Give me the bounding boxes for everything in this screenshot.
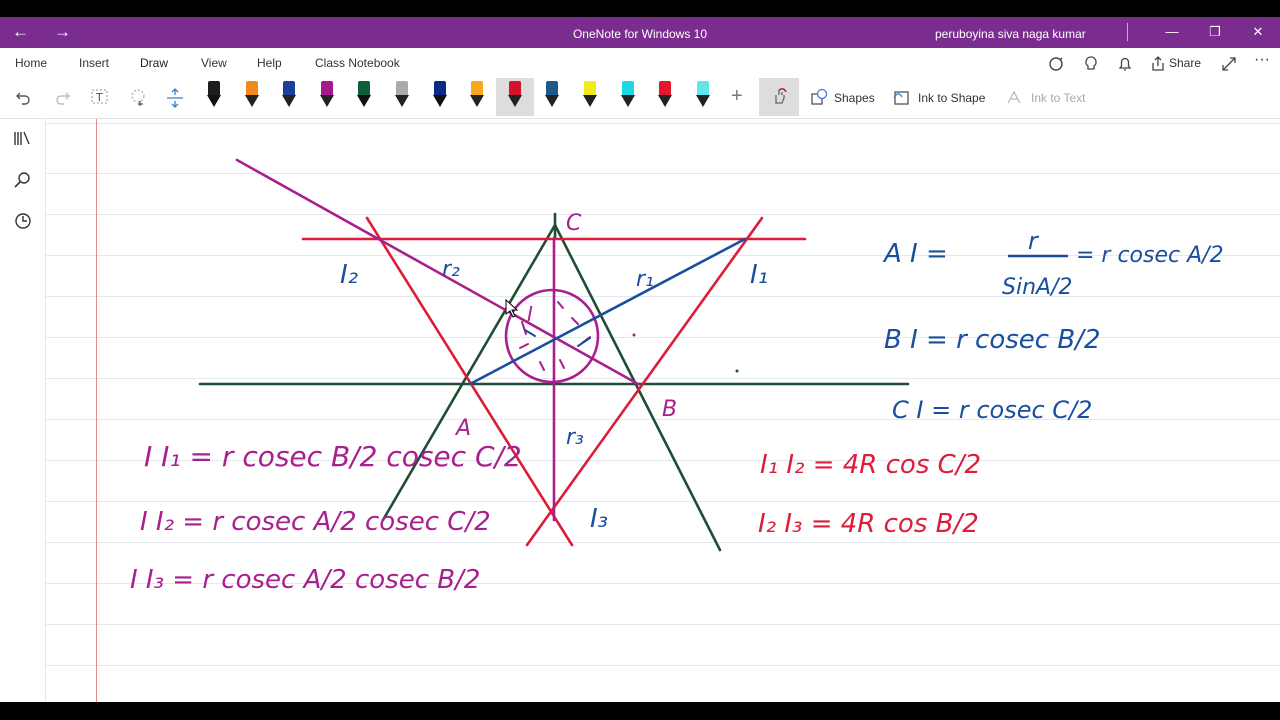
pen-color-swatch bbox=[283, 81, 296, 95]
tab-home[interactable]: Home bbox=[15, 56, 47, 70]
pen-color-swatch bbox=[208, 81, 220, 95]
shapes-button[interactable]: Shapes bbox=[834, 91, 875, 105]
ink-to-text-button[interactable]: Ink to Text bbox=[1031, 91, 1085, 105]
pen-tip-icon bbox=[695, 95, 710, 107]
pen-4[interactable] bbox=[318, 81, 336, 111]
pen-tip-icon bbox=[583, 95, 597, 107]
restore-icon[interactable]: ❐ bbox=[1205, 24, 1225, 40]
expand-icon[interactable] bbox=[1221, 56, 1237, 72]
lightbulb-icon[interactable] bbox=[1083, 55, 1099, 73]
search-icon[interactable] bbox=[13, 170, 33, 190]
page-margin-line bbox=[96, 119, 97, 702]
pen-11[interactable] bbox=[581, 81, 599, 111]
page-canvas[interactable] bbox=[46, 119, 1280, 702]
shapes-icon[interactable] bbox=[810, 88, 828, 106]
pen-color-swatch bbox=[508, 81, 521, 95]
share-button[interactable]: Share bbox=[1169, 56, 1201, 70]
ink-replay-button[interactable] bbox=[759, 78, 799, 116]
notebooks-icon[interactable] bbox=[13, 129, 33, 147]
pen-color-swatch bbox=[696, 81, 709, 95]
pen-tip-icon bbox=[244, 95, 259, 107]
tab-draw[interactable]: Draw bbox=[140, 56, 168, 70]
pen-12[interactable] bbox=[619, 81, 637, 111]
share-icon[interactable] bbox=[1150, 55, 1166, 73]
pen-tip-icon bbox=[658, 95, 673, 107]
ribbon-tabs: Home Insert Draw View Help Class Noteboo… bbox=[0, 48, 1280, 78]
pen-tip-icon bbox=[207, 95, 221, 107]
add-space-icon[interactable] bbox=[165, 87, 185, 109]
tab-view[interactable]: View bbox=[201, 56, 227, 70]
user-name[interactable]: peruboyina siva naga kumar bbox=[935, 27, 1086, 41]
pen-14[interactable] bbox=[694, 81, 712, 111]
close-icon[interactable]: ✕ bbox=[1248, 24, 1268, 40]
pen-6[interactable] bbox=[393, 81, 411, 111]
pen-5[interactable] bbox=[355, 81, 373, 111]
pen-color-swatch bbox=[358, 81, 371, 95]
redo-icon[interactable] bbox=[52, 88, 72, 106]
pen-9[interactable] bbox=[495, 78, 534, 116]
bell-icon[interactable] bbox=[1117, 55, 1133, 73]
title-bar: ← → OneNote for Windows 10 peruboyina si… bbox=[0, 17, 1280, 48]
pen-color-swatch bbox=[546, 81, 559, 95]
pen-color-swatch bbox=[471, 81, 484, 95]
tab-help[interactable]: Help bbox=[257, 56, 282, 70]
pen-color-swatch bbox=[245, 81, 258, 95]
pen-10[interactable] bbox=[543, 81, 561, 111]
more-options-icon[interactable]: ··· bbox=[1254, 51, 1270, 69]
sync-icon[interactable] bbox=[1047, 55, 1065, 73]
undo-icon[interactable] bbox=[14, 88, 34, 106]
minimize-icon[interactable]: — bbox=[1162, 24, 1182, 39]
tab-class-notebook[interactable]: Class Notebook bbox=[315, 56, 400, 70]
pen-3[interactable] bbox=[280, 81, 298, 111]
pen-tip-icon bbox=[357, 95, 372, 107]
pen-color-swatch bbox=[320, 81, 333, 95]
pen-tip-icon bbox=[545, 95, 560, 107]
add-pen-icon[interactable]: + bbox=[731, 85, 743, 108]
recent-icon[interactable] bbox=[13, 211, 33, 231]
pen-color-swatch bbox=[659, 81, 672, 95]
tab-insert[interactable]: Insert bbox=[79, 56, 109, 70]
pen-1[interactable] bbox=[205, 81, 223, 111]
pen-color-swatch bbox=[396, 81, 408, 95]
hand-drawing-icon bbox=[775, 88, 787, 104]
pen-13[interactable] bbox=[656, 81, 674, 111]
ink-to-shape-icon[interactable] bbox=[893, 88, 911, 106]
titlebar-divider bbox=[1127, 23, 1128, 41]
lasso-select-icon[interactable] bbox=[128, 87, 148, 107]
pen-tip-icon bbox=[470, 95, 485, 107]
pen-8[interactable] bbox=[468, 81, 486, 111]
ink-to-shape-button[interactable]: Ink to Shape bbox=[918, 91, 985, 105]
pen-tip-icon bbox=[282, 95, 297, 107]
draw-toolbar: T + Shapes Ink to Shape Ink to Text bbox=[0, 78, 1280, 119]
pen-2[interactable] bbox=[243, 81, 261, 111]
pen-color-swatch bbox=[433, 81, 446, 95]
app-title: OneNote for Windows 10 bbox=[572, 27, 708, 41]
svg-text:T: T bbox=[95, 91, 103, 104]
navigation-pane bbox=[0, 119, 46, 702]
pen-color-swatch bbox=[621, 81, 634, 95]
pen-tip-icon bbox=[319, 95, 334, 107]
type-select-icon[interactable]: T bbox=[90, 87, 110, 107]
pen-tip-icon bbox=[507, 95, 522, 107]
pen-color-swatch bbox=[584, 81, 596, 95]
pen-tip-icon bbox=[395, 95, 409, 107]
ink-to-text-icon[interactable] bbox=[1006, 88, 1024, 106]
pen-tip-icon bbox=[620, 95, 635, 107]
pen-tip-icon bbox=[432, 95, 447, 107]
pen-7[interactable] bbox=[431, 81, 449, 111]
